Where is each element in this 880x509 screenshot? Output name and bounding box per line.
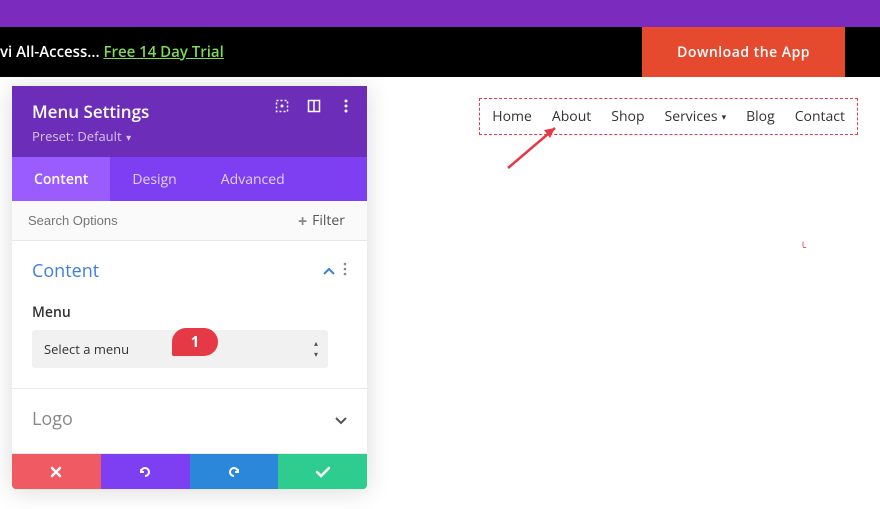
chevron-up-icon[interactable] — [323, 262, 335, 281]
nav-item-shop[interactable]: Shop — [611, 107, 644, 126]
top-stripe — [0, 0, 880, 27]
download-button[interactable]: Download the App — [642, 27, 845, 77]
cancel-button[interactable] — [12, 454, 101, 489]
filter-label: Filter — [312, 211, 345, 230]
preset-selector[interactable]: Preset: Default ▾ — [32, 127, 347, 145]
nav-item-about[interactable]: About — [552, 107, 591, 126]
stray-mark: ╰ — [800, 240, 806, 254]
nav-item-contact[interactable]: Contact — [795, 107, 845, 126]
search-row: + Filter — [12, 201, 367, 241]
menu-select-value: Select a menu — [44, 340, 129, 358]
panel-footer — [12, 454, 367, 489]
columns-icon[interactable] — [307, 99, 321, 113]
tab-advanced[interactable]: Advanced — [199, 157, 307, 201]
panel-tabs: Content Design Advanced — [12, 157, 367, 201]
plus-icon: + — [298, 210, 307, 232]
promo-prefix: vi All-Access... — [0, 42, 103, 62]
undo-button[interactable] — [101, 454, 190, 489]
menu-select-wrap: Select a menu ▴▾ 1 — [32, 330, 347, 368]
search-input[interactable] — [12, 201, 284, 240]
menu-settings-panel: Menu Settings Preset: Default ▾ Content … — [12, 86, 367, 489]
expand-icon[interactable] — [275, 99, 289, 113]
redo-button[interactable] — [190, 454, 279, 489]
more-icon[interactable] — [343, 262, 347, 281]
filter-button[interactable]: + Filter — [284, 202, 359, 240]
section-logo: Logo — [12, 389, 367, 454]
chevron-down-icon: ▾ — [124, 130, 132, 144]
confirm-button[interactable] — [278, 454, 367, 489]
chevron-down-icon: ▾ — [722, 110, 727, 123]
select-caret-icon: ▴▾ — [314, 338, 318, 360]
annotation-badge-1: 1 — [172, 328, 218, 356]
chevron-down-icon[interactable] — [335, 408, 347, 430]
nav-item-blog[interactable]: Blog — [746, 107, 775, 126]
tab-design[interactable]: Design — [110, 157, 198, 201]
more-icon[interactable] — [339, 99, 353, 113]
header-icons — [275, 99, 353, 113]
preset-label: Preset: Default — [32, 127, 122, 145]
panel-header: Menu Settings Preset: Default ▾ — [12, 86, 367, 157]
section-logo-title: Logo — [32, 407, 73, 431]
top-bar: vi All-Access... Free 14 Day Trial Downl… — [0, 27, 880, 77]
tab-content[interactable]: Content — [12, 157, 110, 201]
nav-item-services[interactable]: Services▾ — [665, 107, 727, 126]
section-content-title: Content — [32, 259, 99, 283]
section-content-header[interactable]: Content — [32, 259, 347, 283]
section-content: Content Menu Select a menu ▴▾ 1 — [12, 241, 367, 389]
promo-link[interactable]: Free 14 Day Trial — [103, 42, 223, 62]
nav-item-home[interactable]: Home — [492, 107, 532, 126]
promo-text: vi All-Access... Free 14 Day Trial — [0, 42, 224, 62]
field-menu-label: Menu — [32, 303, 347, 322]
nav-preview: Home About Shop Services▾ Blog Contact — [479, 98, 858, 135]
section-logo-header[interactable]: Logo — [32, 407, 347, 431]
